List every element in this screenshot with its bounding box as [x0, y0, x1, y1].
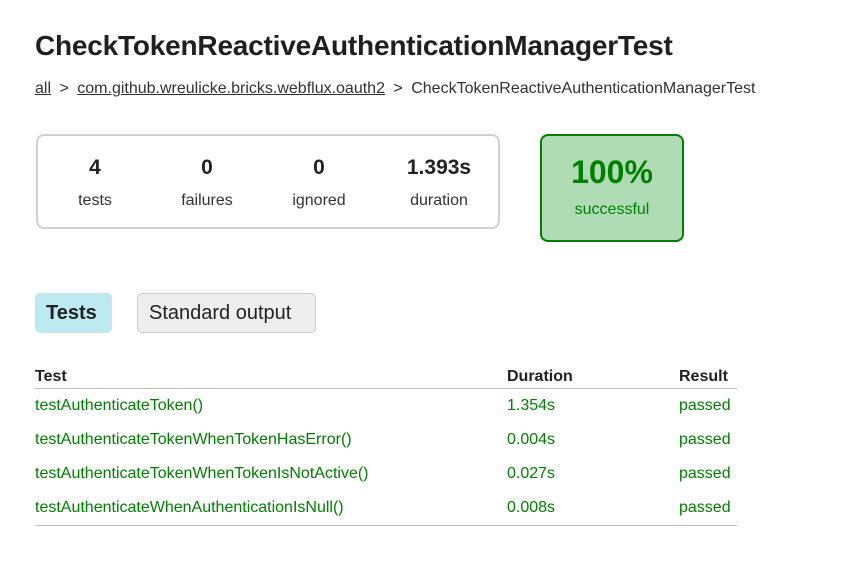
page-title: CheckTokenReactiveAuthenticationManagerT… — [35, 30, 673, 61]
table-row: testAuthenticateTokenWhenTokenIsNotActiv… — [35, 457, 737, 491]
tab-tests[interactable]: Tests — [35, 293, 112, 333]
table-row: testAuthenticateToken() 1.354s passed — [35, 389, 737, 424]
summary-box: 4 tests 0 failures 0 ignored 1.393s dura… — [36, 134, 500, 229]
tests-label: tests — [78, 192, 112, 209]
table-header-row: Test Duration Result — [35, 362, 737, 389]
test-name: testAuthenticateTokenWhenTokenIsNotActiv… — [35, 465, 369, 482]
ignored-counter: 0 ignored — [264, 156, 374, 210]
breadcrumb: all > com.github.wreulicke.bricks.webflu… — [35, 80, 755, 98]
tests-counter: 4 tests — [40, 156, 150, 210]
duration-counter: 1.393s duration — [384, 156, 494, 210]
tests-count: 4 — [89, 156, 101, 179]
test-report-page: CheckTokenReactiveAuthenticationManagerT… — [0, 0, 845, 566]
breadcrumb-current: CheckTokenReactiveAuthenticationManagerT… — [411, 80, 756, 97]
test-name: testAuthenticateTokenWhenTokenHasError() — [35, 431, 352, 448]
test-duration: 1.354s — [507, 397, 556, 414]
failures-label: failures — [181, 192, 233, 209]
failures-count: 0 — [201, 156, 213, 179]
tests-table: Test Duration Result testAuthenticateTok… — [35, 362, 737, 526]
breadcrumb-separator: > — [393, 80, 403, 97]
test-duration: 0.027s — [507, 465, 556, 482]
tab-standard-output[interactable]: Standard output — [137, 293, 316, 333]
test-duration: 0.004s — [507, 431, 556, 448]
test-name: testAuthenticateWhenAuthenticationIsNull… — [35, 491, 507, 526]
success-label: successful — [574, 201, 650, 218]
duration-label: duration — [410, 192, 468, 209]
ignored-count: 0 — [313, 156, 325, 179]
duration-value: 1.393s — [406, 156, 472, 179]
column-header-duration: Duration — [507, 362, 679, 389]
breadcrumb-separator: > — [59, 80, 69, 97]
test-result: passed — [679, 431, 731, 448]
breadcrumb-link-all[interactable]: all — [35, 80, 51, 97]
failures-counter: 0 failures — [152, 156, 262, 210]
test-result: passed — [679, 465, 731, 482]
column-header-result: Result — [679, 362, 737, 389]
ignored-label: ignored — [292, 192, 346, 209]
test-name: testAuthenticateToken() — [35, 397, 204, 414]
column-header-test: Test — [35, 362, 507, 389]
table-row: testAuthenticateWhenAuthenticationIsNull… — [35, 491, 737, 526]
success-percent: 100% — [571, 154, 653, 190]
table-row: testAuthenticateTokenWhenTokenHasError()… — [35, 423, 737, 457]
breadcrumb-link-package[interactable]: com.github.wreulicke.bricks.webflux.oaut… — [77, 80, 385, 97]
test-result: passed — [679, 491, 737, 526]
success-rate-box: 100% successful — [540, 134, 684, 242]
test-duration: 0.008s — [507, 491, 679, 526]
test-result: passed — [679, 397, 731, 414]
